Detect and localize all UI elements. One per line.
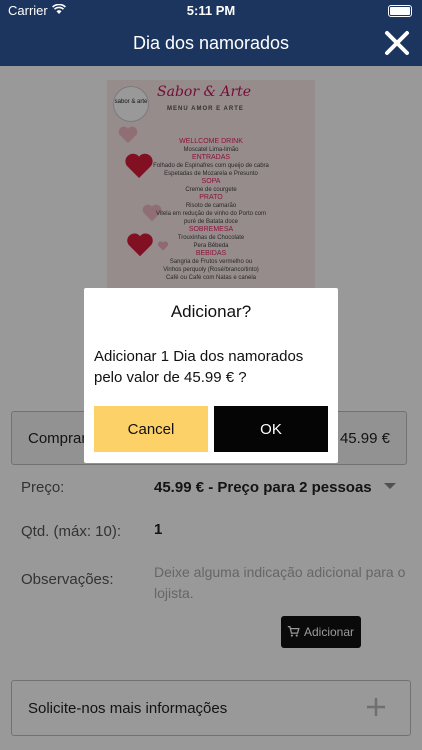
ok-button[interactable]: OK — [214, 406, 328, 452]
confirm-dialog: Adicionar? Adicionar 1 Dia dos namorados… — [84, 288, 338, 463]
cancel-button[interactable]: Cancel — [94, 406, 208, 452]
battery-icon — [388, 5, 412, 17]
dialog-message: Adicionar 1 Dia dos namorados pelo valor… — [94, 348, 304, 386]
page-title: Dia dos namorados — [132, 33, 290, 53]
close-icon[interactable] — [382, 28, 412, 58]
navbar: Dia dos namorados — [0, 22, 422, 66]
status-bar: Carrier 5:11 PM — [0, 0, 422, 22]
dialog-title: Adicionar? — [170, 302, 252, 321]
clock: 5:11 PM — [186, 3, 236, 18]
